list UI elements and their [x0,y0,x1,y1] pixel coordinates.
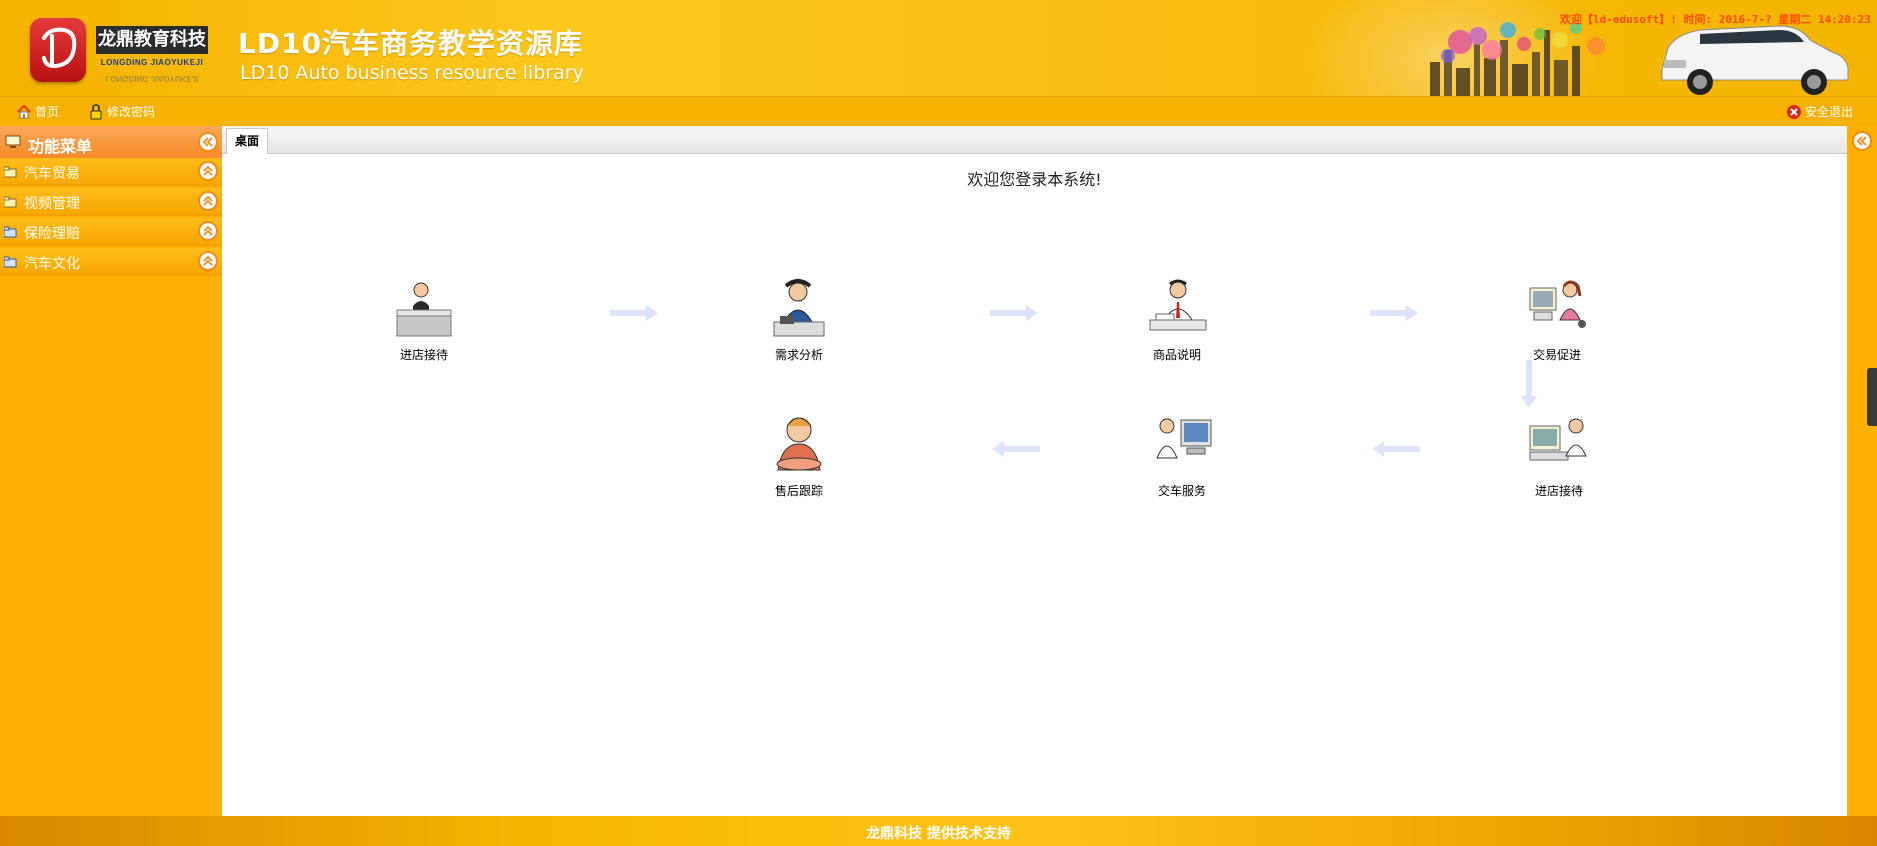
app-title-cn: LD10汽车商务教学资源库 [238,27,584,60]
expand-button[interactable] [198,191,218,211]
sidebar-item-label: 汽车贸易 [24,166,80,182]
menu-monitor-icon [5,135,21,148]
sidebar-item-label: 视频管理 [24,196,80,212]
flow-step-needs-analysis[interactable]: 需求分析 [739,276,859,363]
computer-worker-icon [1529,280,1586,328]
sidebar: 功能菜单 汽车贸易 视频管理 保险理赔 汽车文化 [0,126,222,816]
car-handover-icon [1156,418,1212,459]
double-chevron-up-icon [203,195,213,206]
change-password-label: 修改密码 [107,105,156,119]
flow-step-label: 进店接待 [1534,484,1583,498]
logout-link[interactable]: 安全退出 [1786,104,1853,120]
receptionist-icon [396,282,452,337]
expand-button[interactable] [198,251,218,271]
computer-desk-icon [1529,418,1587,461]
logout-label: 安全退出 [1805,105,1854,119]
brand-logo: 龙鼎教育科技 LONGDING JIAOYUKEJI LONGDING JIAO… [22,12,208,92]
sidebar-item-label: 汽车文化 [24,256,80,272]
close-icon [1787,105,1801,119]
call-center-icon [776,417,822,471]
sidebar-item-video-management[interactable]: 视频管理 [0,188,222,216]
sidebar-collapse-button[interactable] [198,132,218,152]
top-toolbar: 首页 修改密码 安全退出 [0,96,1877,126]
welcome-message: 欢迎【ld-edusoft】! 时间: 2016-7-? 星期二 14:20:2… [1560,13,1871,26]
arrow-right-icon [990,305,1038,321]
app-header: 龙鼎教育科技 LONGDING JIAOYUKEJI LONGDING JIAO… [0,0,1877,96]
main-content: 桌面 欢迎您登录本系统! 进店接待 需求分析 商品说明 交易促进 进店接待 交车… [222,126,1847,816]
flow-step-vehicle-delivery[interactable]: 交车服务 [1122,412,1242,499]
flow-step-label: 商品说明 [1152,348,1201,362]
change-password-link[interactable]: 修改密码 [88,104,155,120]
app-title-en: LD10 Auto business resource library [240,62,584,84]
flow-step-label: 进店接待 [399,348,448,362]
flow-step-label: 售后跟踪 [774,484,823,498]
folder-icon [4,256,17,268]
home-icon [17,104,31,119]
footer-credit: 龙鼎科技 提供技术支持 [866,826,1011,842]
right-panel-collapse-button[interactable] [1852,131,1872,151]
flow-step-product-description[interactable]: 商品说明 [1117,276,1237,363]
flow-step-label: 交车服务 [1157,484,1206,498]
welcome-heading: 欢迎您登录本系统! [967,170,1102,189]
logo-text-cn: 龙鼎教育科技 [96,26,208,54]
folder-icon [4,196,17,208]
arrow-right-icon [1370,305,1418,321]
arrow-left-icon [992,441,1040,457]
phone-call-icon [773,279,825,337]
expand-button[interactable] [198,161,218,181]
app-footer: 龙鼎科技 提供技术支持 [0,816,1877,846]
flow-step-reception-2[interactable]: 进店接待 [1499,412,1619,499]
arrow-right-icon [610,305,658,321]
flow-step-after-sales-tracking[interactable]: 售后跟踪 [739,412,859,499]
lock-icon [90,104,102,120]
folder-icon [4,166,17,178]
presenter-icon [1149,279,1207,331]
home-link[interactable]: 首页 [16,104,59,120]
sidebar-title: 功能菜单 [28,137,93,156]
flow-step-label: 需求分析 [774,348,823,362]
logo-mark-icon [30,18,86,82]
flow-step-reception[interactable]: 进店接待 [364,276,484,363]
expand-button[interactable] [198,221,218,241]
right-panel-rail [1847,126,1877,816]
double-chevron-left-icon [1856,136,1867,146]
double-chevron-up-icon [203,165,213,176]
sidebar-header: 功能菜单 [0,126,222,158]
arrow-down-icon [1521,360,1537,408]
flow-step-deal-promotion[interactable]: 交易促进 [1497,276,1617,363]
sidebar-item-insurance-claims[interactable]: 保险理赔 [0,218,222,246]
logo-text-reflection: LONGDING JIAOYUKEJI [105,74,199,83]
double-chevron-left-icon [202,137,213,147]
logo-text-en: LONGDING JIAOYUKEJI [100,58,204,67]
panel-resize-handle[interactable] [1867,368,1877,426]
sidebar-item-auto-trade[interactable]: 汽车贸易 [0,158,222,186]
sidebar-item-auto-culture[interactable]: 汽车文化 [0,248,222,276]
double-chevron-up-icon [203,255,213,266]
tab-strip: 桌面 [222,126,1847,154]
arrow-left-icon [1372,441,1420,457]
double-chevron-up-icon [203,225,213,236]
tab-desktop[interactable]: 桌面 [226,128,268,154]
home-label: 首页 [35,105,60,119]
sidebar-item-label: 保险理赔 [24,226,80,242]
flow-step-label: 交易促进 [1532,348,1581,362]
folder-icon [4,226,17,238]
